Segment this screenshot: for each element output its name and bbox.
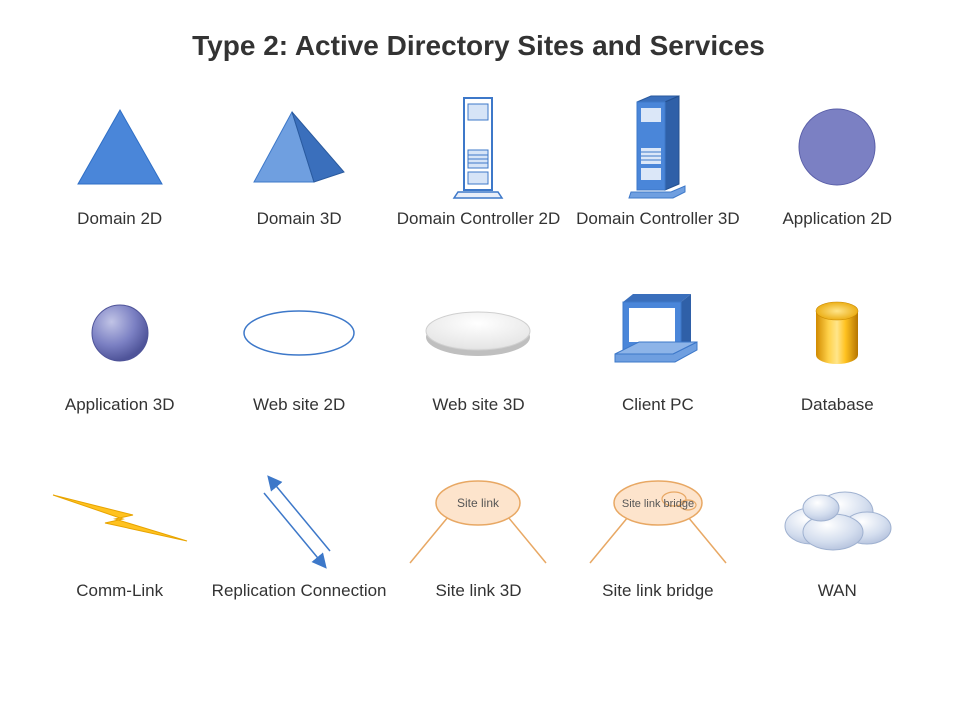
label-replication-connection: Replication Connection	[212, 580, 387, 622]
label-client-pc: Client PC	[622, 394, 694, 436]
label-domain-controller-2d: Domain Controller 2D	[397, 208, 560, 250]
cell-application-2d: Application 2D	[748, 92, 927, 250]
server-tower-icon	[438, 92, 518, 202]
site-link-bridge-inner-label: Site link bridge	[622, 498, 694, 510]
label-domain-3d: Domain 3D	[257, 208, 342, 250]
icon-grid: Domain 2D Domain 3D Domain Controller 2D	[0, 92, 957, 622]
label-domain-controller-3d: Domain Controller 3D	[576, 208, 739, 250]
sphere-icon	[85, 298, 155, 368]
triangle-icon	[70, 102, 170, 192]
ellipse-icon	[234, 303, 364, 363]
label-wan: WAN	[818, 580, 857, 622]
server-tower-3d-icon	[613, 92, 703, 202]
cell-database: Database	[748, 278, 927, 436]
cell-client-pc: Client PC	[568, 278, 747, 436]
lightning-icon	[45, 479, 195, 559]
database-icon	[802, 293, 872, 373]
cell-domain-controller-3d: Domain Controller 3D	[568, 92, 747, 250]
disc-icon	[413, 303, 543, 363]
cell-application-3d: Application 3D	[30, 278, 209, 436]
circle-icon	[792, 102, 882, 192]
label-website-3d: Web site 3D	[432, 394, 524, 436]
site-link-icon: Site link	[398, 469, 558, 569]
label-application-2d: Application 2D	[782, 208, 892, 250]
cell-domain-3d: Domain 3D	[209, 92, 388, 250]
label-application-3d: Application 3D	[65, 394, 175, 436]
label-comm-link: Comm-Link	[76, 580, 163, 622]
pc-icon	[603, 288, 713, 378]
cell-website-3d: Web site 3D	[389, 278, 568, 436]
cell-site-link-3d: Site link Site link 3D	[389, 464, 568, 622]
cell-website-2d: Web site 2D	[209, 278, 388, 436]
label-site-link-3d: Site link 3D	[436, 580, 522, 622]
cell-domain-2d: Domain 2D	[30, 92, 209, 250]
cell-comm-link: Comm-Link	[30, 464, 209, 622]
cell-wan: WAN	[748, 464, 927, 622]
cell-site-link-bridge: Site link bridge Site link bridge	[568, 464, 747, 622]
cell-replication-connection: Replication Connection	[209, 464, 388, 622]
cloud-icon	[767, 474, 907, 564]
label-site-link-bridge: Site link bridge	[602, 580, 714, 622]
label-domain-2d: Domain 2D	[77, 208, 162, 250]
label-website-2d: Web site 2D	[253, 394, 345, 436]
page-title: Type 2: Active Directory Sites and Servi…	[0, 0, 957, 92]
pyramid-icon	[244, 102, 354, 192]
site-link-inner-label: Site link	[457, 496, 500, 510]
site-link-bridge-icon: Site link bridge	[578, 469, 738, 569]
cell-domain-controller-2d: Domain Controller 2D	[389, 92, 568, 250]
label-database: Database	[801, 394, 874, 436]
double-arrow-icon	[244, 469, 354, 569]
